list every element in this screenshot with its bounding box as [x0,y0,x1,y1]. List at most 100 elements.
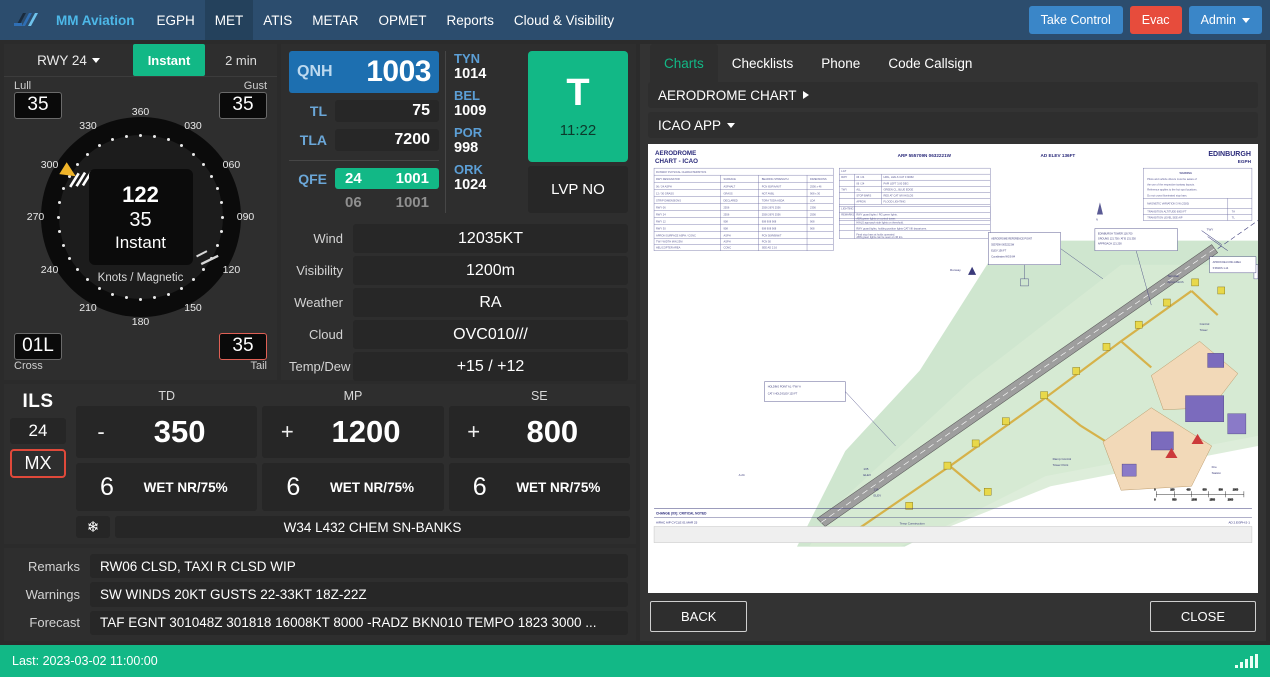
svg-text:Do not cross illuminated stop: Do not cross illuminated stop bars. [1147,193,1187,197]
svg-text:TWY: TWY [841,187,847,191]
admin-menu-button[interactable]: Admin [1188,6,1262,34]
svg-text:555709N 0032221W: 555709N 0032221W [991,244,1015,247]
chart-selector-bars: AERODROME CHART ICAO APP [640,82,1266,138]
landing-direction-block: T 11:22 LVP NO [528,51,628,213]
qfe-label: QFE [298,170,327,187]
chart-actions: BACK CLOSE [640,593,1266,641]
svg-text:RWY: RWY [841,175,847,179]
svg-text:RWY guard lights, holding posi: RWY guard lights, holding position light… [856,227,927,231]
svg-text:06 / 24 ASPH: 06 / 24 ASPH [656,184,672,188]
station-name: ORK [454,162,483,177]
third-value-row[interactable]: - 350 [76,406,258,458]
back-button[interactable]: BACK [650,601,748,632]
aerodrome-chart-selector[interactable]: AERODROME CHART [648,82,1258,108]
t-indicator[interactable]: T 11:22 [528,51,628,162]
third-condition-row[interactable]: 6 WET NR/75% [262,463,444,511]
wind-panel: RWY 24 Instant 2 min Lull 35 Gust 35 01L… [4,44,277,380]
chemical-row: ❄ W34 L432 CHEM SN-BANKS [76,516,630,538]
runway-select[interactable]: RWY 24 [4,44,133,76]
wind-tail-value: 35 [219,333,267,360]
third-value: 1200 [331,414,401,449]
svg-text:1500: 1500 [1210,498,1216,501]
svg-text:RWY 24: RWY 24 [656,212,666,216]
svg-text:Apron North: Apron North [1167,280,1184,284]
ils-runway[interactable]: 24 [10,418,66,444]
svg-text:Runway: Runway [950,268,961,272]
runway-third-mp: MP + 1200 6 WET NR/75% [262,388,444,511]
notes-value[interactable]: SW WINDS 20KT GUSTS 22-33KT 18Z-22Z [90,582,628,607]
svg-text:1000: 1000 [1192,498,1198,501]
svg-text:908: 908 [810,220,815,224]
svg-text:LGT: LGT [841,169,846,173]
nav-item-metar[interactable]: METAR [302,0,368,40]
svg-text:RWY 30: RWY 30 [656,227,666,231]
svg-text:STRIP DIMENSIONS: STRIP DIMENSIONS [656,198,681,202]
station-name: BEL [454,88,480,103]
svg-text:CONC: CONC [723,246,731,250]
svg-text:ALL: ALL [856,187,861,191]
icao-app-selector[interactable]: ICAO APP [648,112,1258,138]
svg-text:SEE AD 2.16: SEE AD 2.16 [762,246,778,250]
tab-phone[interactable]: Phone [807,44,874,82]
svg-text:2556: 2556 [723,205,729,209]
metar-value: +15 / +12 [353,352,628,381]
svg-text:908 908 908: 908 908 908 [762,220,777,224]
wind-mode-2min-button[interactable]: 2 min [205,44,277,76]
svg-text:DECLARED: DECLARED [723,198,737,202]
wind-lull-label: Lull [14,80,32,92]
svg-text:ELEV 136 FT: ELEV 136 FT [991,250,1006,253]
notes-row: Forecast TAF EGNT 301048Z 301818 16008KT… [12,610,628,635]
third-code: 6 [100,472,114,501]
qfe-primary[interactable]: 24 1001 [335,168,439,189]
nav-item-opmet[interactable]: OPMET [369,0,437,40]
aerodrome-chart-viewer[interactable]: AERODROME CHART - ICAO ARP 555709N 06322… [648,144,1258,593]
notes-value[interactable]: TAF EGNT 301048Z 301818 16008KT 8000 -RA… [90,610,628,635]
tab-charts[interactable]: Charts [650,44,718,82]
close-button[interactable]: CLOSE [1149,601,1256,632]
station-value: 1009 [454,103,487,119]
right-panel-tabs: Charts Checklists Phone Code Callsign [640,44,1266,82]
svg-text:2556: 2556 [723,212,729,216]
chart-footer-band [653,526,1253,543]
runway-thirds-grid: TD - 350 6 WET NR/75% MP + 1200 6 WET NR… [76,388,630,511]
svg-text:RWY 12: RWY 12 [656,220,666,224]
ils-status-badge[interactable]: MX [10,449,66,478]
tab-checklists[interactable]: Checklists [718,44,808,82]
nav-item-cloud-visibility[interactable]: Cloud & Visibility [504,0,624,40]
third-condition-row[interactable]: 6 WET NR/75% [76,463,258,511]
nav-item-met[interactable]: MET [204,0,254,40]
svg-text:STANDS 1-14: STANDS 1-14 [1213,267,1229,270]
top-navbar: MM Aviation EGPH MET ATIS METAR OPMET Re… [0,0,1270,40]
take-control-button[interactable]: Take Control [1028,6,1123,34]
qfe-secondary[interactable]: 06 1001 [335,192,439,213]
chevron-right-icon [802,91,809,99]
third-value-row[interactable]: + 800 [448,406,630,458]
third-desc: WET NR/75% [329,479,414,495]
wind-cross: 01L Cross [14,333,62,372]
svg-text:Ramp Control: Ramp Control [1053,457,1072,461]
svg-text:TA: TA [1232,209,1235,213]
svg-text:APPROACH 121.200: APPROACH 121.200 [1098,243,1122,246]
qfe-secondary-row: 06 1001 [289,192,439,213]
nav-item-atis[interactable]: ATIS [253,0,302,40]
wind-tail-label: Tail [250,360,267,372]
qnh-row[interactable]: QNH 1003 [289,51,439,93]
station-item: TYN 1014 [454,51,505,84]
wind-mode-instant-button[interactable]: Instant [133,44,205,76]
chart-title-line1: AERODROME [655,150,696,157]
metar-value: 12035KT [353,224,628,253]
lvp-status[interactable]: LVP NO [528,165,628,213]
ils-title: ILS [22,391,54,412]
chemical-text[interactable]: W34 L432 CHEM SN-BANKS [115,516,630,538]
evac-button[interactable]: Evac [1129,6,1182,34]
third-value-row[interactable]: + 1200 [262,406,444,458]
notes-value[interactable]: RW06 CLSD, TAXI R CLSD WIP [90,554,628,579]
nav-item-egph[interactable]: EGPH [147,0,205,40]
tab-code-callsign[interactable]: Code Callsign [874,44,986,82]
wind-compass: 360 030 060 090 120 150 180 210 240 270 300 330 122… [21,97,261,337]
nav-item-reports[interactable]: Reports [437,0,504,40]
main-content: RWY 24 Instant 2 min Lull 35 Gust 35 01L… [0,40,1270,645]
aerodrome-chart-label: AERODROME CHART [658,87,797,103]
tla-label: TLA [299,132,327,148]
third-condition-row[interactable]: 6 WET NR/75% [448,463,630,511]
